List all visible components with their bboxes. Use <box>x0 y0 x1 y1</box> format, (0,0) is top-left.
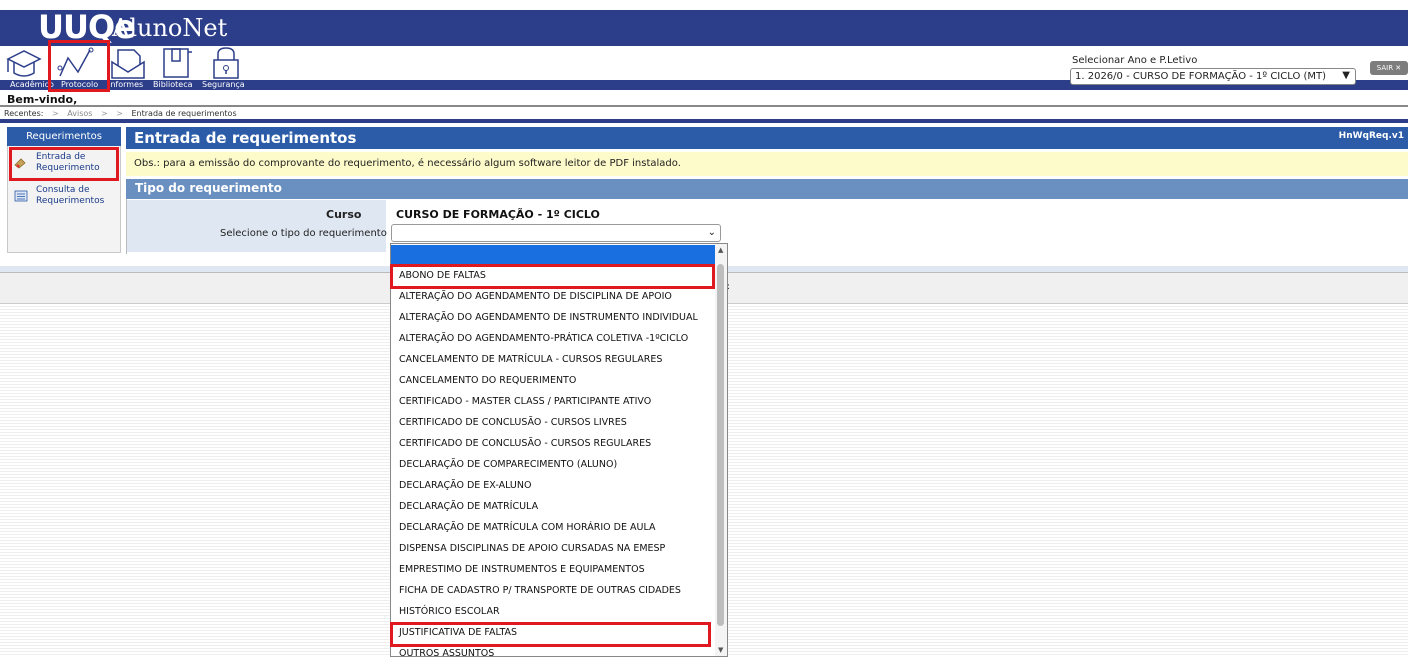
dropdown-option[interactable]: DECLARAÇÃO DE MATRÍCULA COM HORÁRIO DE A… <box>399 518 655 538</box>
nav-seguranca[interactable]: Segurança <box>202 80 245 90</box>
sidebar-title: Requerimentos <box>7 127 121 146</box>
dropdown-option[interactable]: ALTERAÇÃO DO AGENDAMENTO-PRÁTICA COLETIV… <box>399 329 688 349</box>
ano-value: 1. 2026/0 - CURSO DE FORMAÇÃO - 1º CICLO… <box>1075 71 1327 82</box>
ano-select[interactable]: 1. 2026/0 - CURSO DE FORMAÇÃO - 1º CICLO… <box>1070 68 1356 85</box>
dropdown-option[interactable]: HISTÓRICO ESCOLAR <box>399 602 500 622</box>
page-code: HnWqReq.v1 <box>1338 131 1404 141</box>
tipo-label: Selecione o tipo do requerimento <box>220 228 387 239</box>
document-edit-icon <box>14 158 26 169</box>
sidebar-item-label: Consulta de Requerimentos <box>36 185 105 206</box>
dropdown-option[interactable]: EMPRESTIMO DE INSTRUMENTOS E EQUIPAMENTO… <box>399 560 645 580</box>
list-document-icon <box>14 190 28 202</box>
nav-informes[interactable]: Informes <box>108 80 143 90</box>
curso-label: Curso <box>326 208 362 221</box>
breadcrumb-avisos[interactable]: Avisos <box>67 109 92 118</box>
sidebar-item-entrada[interactable]: Entrada de Requerimento <box>10 149 118 179</box>
lock-icon[interactable] <box>206 46 246 80</box>
dropdown-option[interactable]: OUTROS ASSUNTOS <box>399 644 494 656</box>
dropdown-option[interactable]: DECLARAÇÃO DE EX-ALUNO <box>399 476 531 496</box>
dropdown-option-blank[interactable] <box>391 245 715 265</box>
scroll-down-icon[interactable]: ▼ <box>718 646 723 654</box>
graduation-cap-icon[interactable] <box>4 46 44 80</box>
dropdown-option[interactable]: ALTERAÇÃO DO AGENDAMENTO DE DISCIPLINA D… <box>399 287 672 307</box>
envelope-icon[interactable] <box>108 46 148 80</box>
dropdown-option[interactable]: CANCELAMENTO DE MATRÍCULA - CURSOS REGUL… <box>399 350 662 370</box>
dropdown-option[interactable]: CERTIFICADO - MASTER CLASS / PARTICIPANT… <box>399 392 651 412</box>
nav-protocolo[interactable]: Protocolo <box>61 80 98 90</box>
dropdown-option[interactable]: JUSTIFICATIVA DE FALTAS <box>399 623 517 643</box>
section-title: Tipo do requerimento <box>135 181 282 195</box>
chevron-down-icon: ⌄ <box>707 227 716 238</box>
sidebar-item-label: Entrada de Requerimento <box>36 152 100 173</box>
dropdown-option[interactable]: CERTIFICADO DE CONCLUSÃO - CURSOS LIVRES <box>399 413 627 433</box>
curso-value: CURSO DE FORMAÇÃO - 1º CICLO <box>396 208 600 221</box>
dropdown-scroll-thumb[interactable] <box>717 264 724 626</box>
breadcrumb-separator: > <box>51 109 59 118</box>
dropdown-option[interactable]: CERTIFICADO DE CONCLUSÃO - CURSOS REGULA… <box>399 434 651 454</box>
section-header <box>126 179 1408 199</box>
nav-academico[interactable]: Acadêmico <box>10 80 54 90</box>
breadcrumb-recentes: Recentes: <box>4 109 44 118</box>
scroll-up-icon[interactable]: ▲ <box>718 246 723 254</box>
breadcrumb: Recentes: > Avisos > > Entrada de requer… <box>4 109 243 118</box>
notice-banner: Obs.: para a emissão do comprovante do r… <box>126 152 1408 176</box>
tipo-requerimento-select[interactable]: ⌄ <box>391 224 721 242</box>
dropdown-option[interactable]: DECLARAÇÃO DE MATRÍCULA <box>399 497 538 517</box>
breadcrumb-entrada[interactable]: Entrada de requerimentos <box>131 109 236 118</box>
dropdown-option[interactable]: DECLARAÇÃO DE COMPARECIMENTO (ALUNO) <box>399 455 617 475</box>
tipo-requerimento-dropdown[interactable]: ABONO DE FALTAS ALTERAÇÃO DO AGENDAMENTO… <box>390 243 728 657</box>
sair-button[interactable]: SAIR ✕ <box>1370 61 1408 75</box>
dropdown-option[interactable]: DISPENSA DISCIPLINAS DE APOIO CURSADAS N… <box>399 539 665 559</box>
dropdown-option[interactable]: ALTERAÇÃO DO AGENDAMENTO DE INSTRUMENTO … <box>399 308 698 328</box>
breadcrumb-separator: > <box>116 109 123 118</box>
line-chart-icon[interactable] <box>56 46 96 80</box>
page-title: Entrada de requerimentos <box>134 129 357 147</box>
dropdown-option[interactable]: FICHA DE CADASTRO P/ TRANSPORTE DE OUTRA… <box>399 581 681 601</box>
breadcrumb-separator: > <box>100 109 108 118</box>
nav-biblioteca[interactable]: Biblioteca <box>153 80 193 90</box>
app-title: AlunoNet <box>112 14 228 42</box>
ano-label: Selecionar Ano e P.Letivo <box>1072 55 1198 66</box>
dropdown-option[interactable]: CANCELAMENTO DO REQUERIMENTO <box>399 371 576 391</box>
chevron-down-icon: ▼ <box>1342 70 1350 81</box>
sidebar-item-consulta[interactable]: Consulta de Requerimentos <box>10 182 118 212</box>
book-icon[interactable] <box>158 46 198 80</box>
dropdown-option[interactable]: ABONO DE FALTAS <box>399 266 486 286</box>
